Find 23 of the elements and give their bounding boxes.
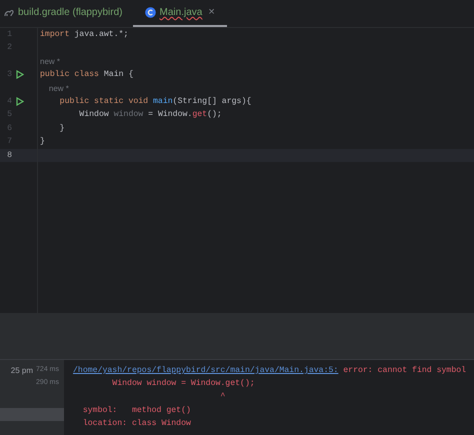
line-number: 8 <box>6 150 12 162</box>
code-line: public class Main { <box>39 69 134 82</box>
run-icon[interactable] <box>16 97 24 106</box>
console-line: ^ <box>219 391 226 404</box>
editor-tab[interactable]: Main.java × <box>132 0 227 27</box>
code-vision-hint[interactable]: new * <box>38 82 69 95</box>
close-button[interactable]: × <box>206 7 217 18</box>
code-line: import java.awt.*; <box>39 29 128 41</box>
console-line: location: class Window <box>82 418 192 430</box>
console-line: Window window = Window.get(); <box>111 378 256 390</box>
error-message: error: cannot find symbol <box>342 366 466 375</box>
code-vision-hint[interactable]: new * <box>38 54 60 68</box>
build-time: 25 pm <box>10 364 34 376</box>
code-line: Window window = Window.get(); <box>78 109 222 122</box>
console-line: symbol: method get() <box>82 404 192 417</box>
code-line: public static void main(String[] args){ <box>58 96 252 108</box>
code-line: } <box>58 122 65 135</box>
elephant-icon <box>4 8 14 16</box>
code-line: } <box>39 136 45 148</box>
class-icon <box>144 7 156 18</box>
run-icon[interactable] <box>16 70 24 80</box>
editor-tab[interactable]: build.gradle (flappybird) <box>0 0 133 27</box>
file-link[interactable]: /home/yash/repos/flappybird/src/main/java/Main.java:5: <box>73 366 338 375</box>
